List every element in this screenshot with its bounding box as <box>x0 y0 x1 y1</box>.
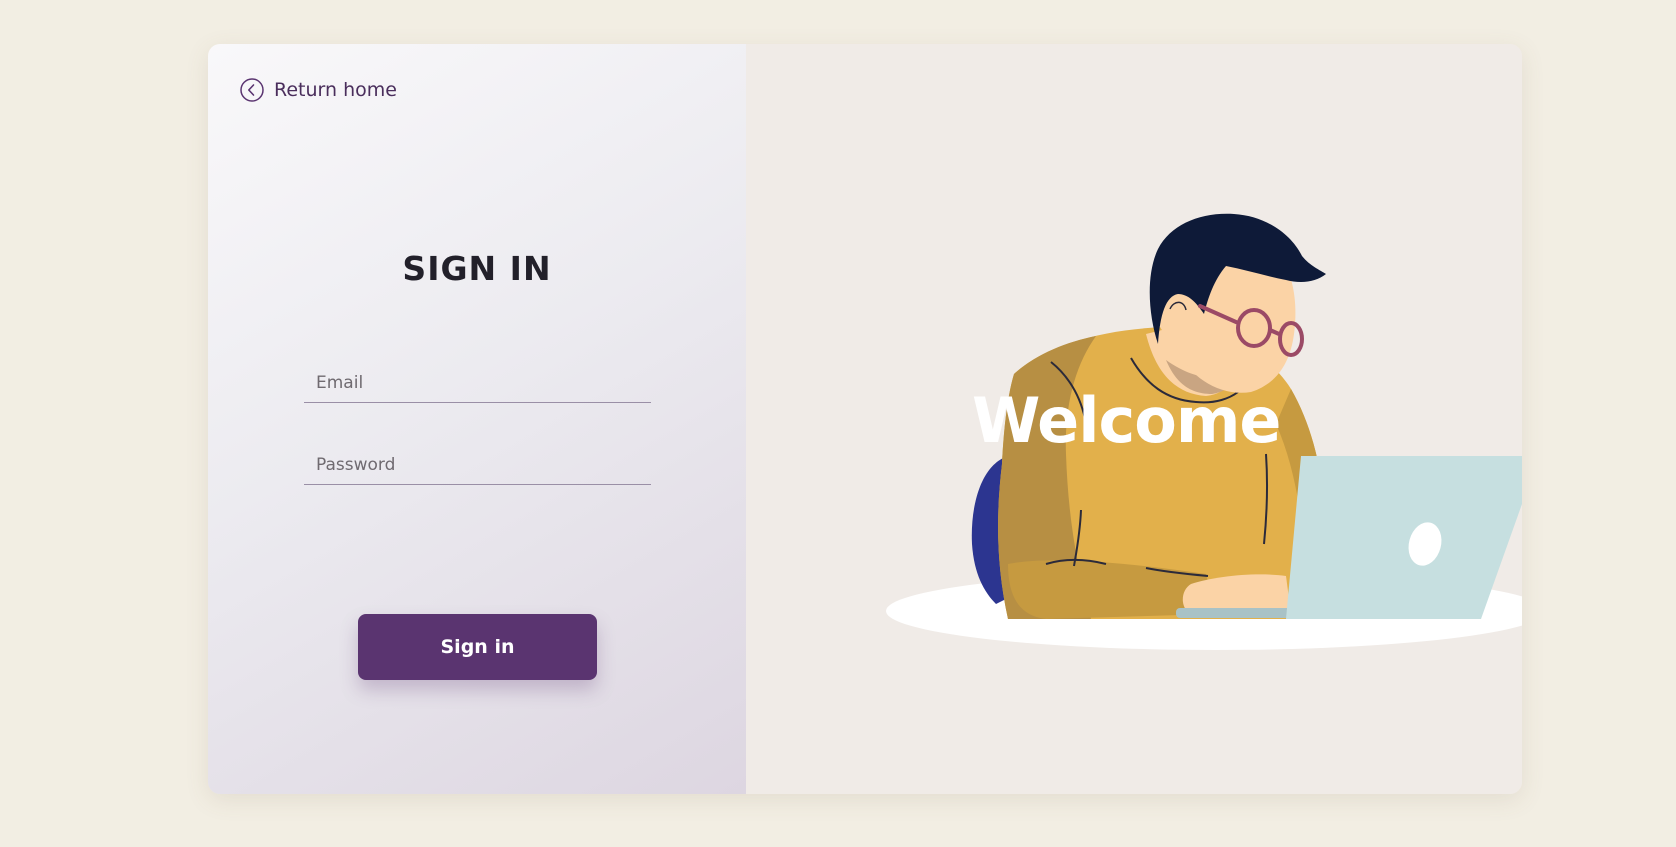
welcome-panel: Welcome <box>746 44 1522 794</box>
email-field[interactable] <box>304 363 651 403</box>
login-card: Return home SIGN IN Sign in <box>208 44 1522 794</box>
return-home-label: Return home <box>274 79 397 101</box>
password-field[interactable] <box>304 445 651 485</box>
chevron-left-circle-icon <box>240 78 264 102</box>
sign-in-panel: Return home SIGN IN Sign in <box>208 44 746 794</box>
page-title: SIGN IN <box>402 249 552 288</box>
sign-in-button[interactable]: Sign in <box>358 614 597 680</box>
welcome-heading: Welcome <box>972 384 1281 457</box>
return-home-link[interactable]: Return home <box>240 78 397 102</box>
